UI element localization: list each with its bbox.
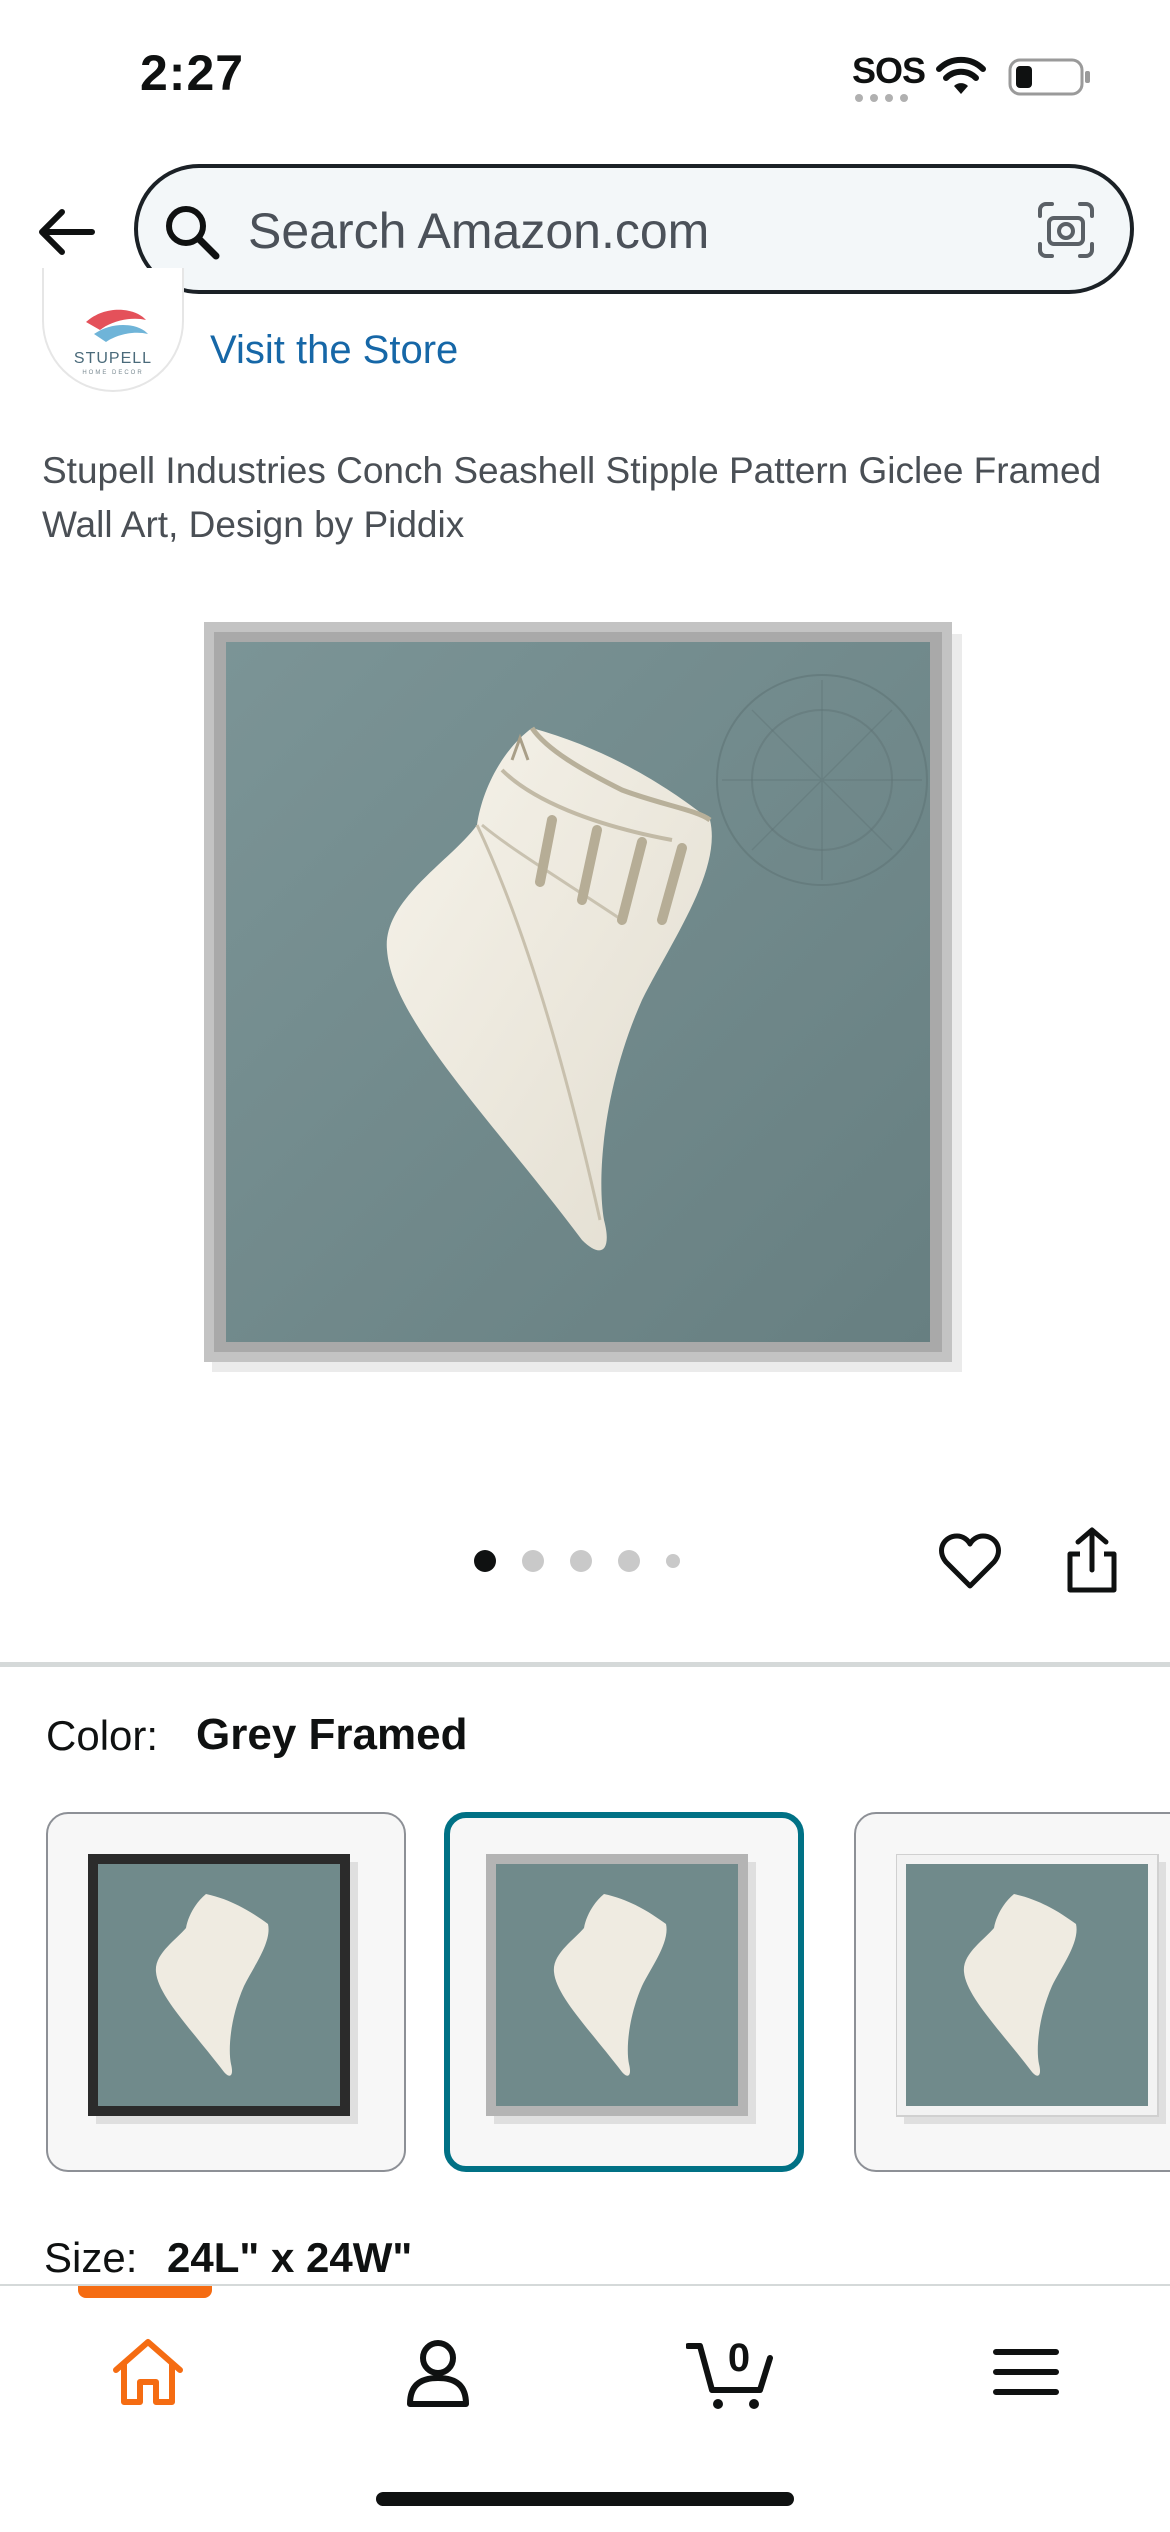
carousel-dot[interactable]	[666, 1554, 680, 1568]
active-tab-indicator	[78, 2286, 212, 2298]
product-image[interactable]	[202, 620, 962, 1372]
home-gesture-bar[interactable]	[376, 2492, 794, 2506]
carousel-dot[interactable]	[522, 1550, 544, 1572]
wifi-icon	[936, 56, 986, 94]
size-label: Size:	[44, 2234, 138, 2281]
search-icon	[166, 206, 220, 260]
store-logo-subtext: HOME DECOR	[82, 370, 144, 376]
carousel-dot[interactable]	[474, 1550, 496, 1572]
status-bar: 2:27 SOS	[0, 0, 1170, 150]
size-row: Size: 24L" x 24W"	[44, 2234, 412, 2282]
menu-icon[interactable]	[986, 2332, 1066, 2412]
image-carousel-dots[interactable]	[474, 1546, 680, 1576]
search-input[interactable]: Search Amazon.com	[134, 164, 1134, 294]
swatch-image	[88, 1854, 358, 2124]
share-icon[interactable]	[1060, 1526, 1124, 1594]
visit-store-link[interactable]: Visit the Store	[210, 328, 458, 373]
swatch-black-framed[interactable]	[46, 1812, 406, 2172]
status-time: 2:27	[140, 45, 245, 101]
heart-icon[interactable]	[938, 1530, 1002, 1594]
account-icon[interactable]	[398, 2332, 478, 2412]
status-carrier: SOS	[852, 50, 926, 91]
battery-icon	[1008, 58, 1090, 96]
size-value: 24L" x 24W"	[167, 2234, 413, 2281]
store-logo-text: STUPELL	[73, 350, 153, 367]
color-value: Grey Framed	[196, 1710, 468, 1759]
signal-dots-icon	[855, 94, 908, 102]
cart-button[interactable]: 0	[686, 2332, 776, 2412]
cart-count: 0	[727, 2336, 751, 2380]
carousel-dot[interactable]	[618, 1550, 640, 1572]
color-label: Color:	[46, 1712, 159, 1759]
swatch-image	[486, 1854, 756, 2124]
store-logo[interactable]: STUPELL HOME DECOR	[42, 268, 184, 392]
carousel-dot[interactable]	[570, 1550, 592, 1572]
back-arrow-icon[interactable]	[34, 200, 98, 264]
swatch-image	[896, 1854, 1166, 2124]
swatch-white-framed[interactable]	[854, 1812, 1170, 2172]
product-title: Stupell Industries Conch Seashell Stippl…	[42, 450, 1102, 545]
section-divider	[0, 1662, 1170, 1667]
camera-scan-icon[interactable]	[1036, 200, 1096, 260]
search-placeholder: Search Amazon.com	[248, 203, 710, 259]
swatch-grey-framed[interactable]	[444, 1812, 804, 2172]
home-icon[interactable]	[108, 2332, 188, 2412]
